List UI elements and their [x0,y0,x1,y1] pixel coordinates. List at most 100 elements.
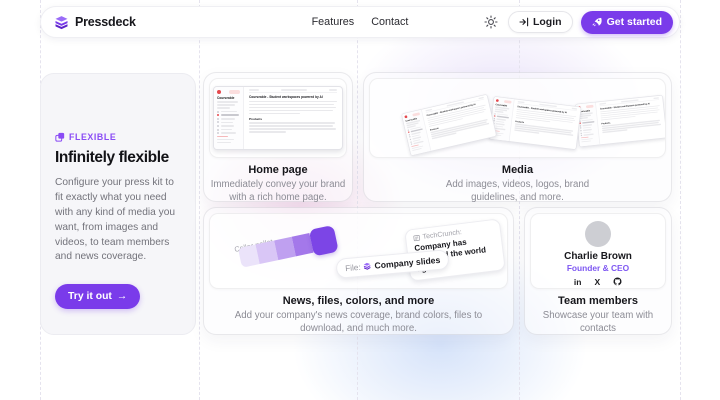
mini-contact-pill [229,90,240,94]
github-mark-icon [613,277,622,286]
mini-screenshot: CourseableCourseable - Student workspace… [401,94,497,156]
mini-brand-name: Courseable [217,96,240,100]
nav-link-features[interactable]: Features [312,16,355,28]
team-preview-panel: Charlie Brown Founder & CEO in X [530,213,666,289]
skeleton-bar [221,122,234,124]
skeleton-bar [249,107,336,109]
try-it-out-button[interactable]: Try it out → [55,284,140,309]
skeleton-bar [249,122,335,124]
skeleton-bar [217,142,231,144]
mini-screenshot: Courseable Courseable - Student workspace… [210,86,346,150]
grid-line [199,0,200,400]
mini-nav-dot [579,123,580,124]
mini-logo-dot [496,99,499,102]
skeleton-bar [425,109,432,112]
brand[interactable]: Pressdeck [54,15,136,30]
rocket-icon [592,17,602,27]
skeleton-bar [583,134,593,136]
brand-name: Pressdeck [75,15,136,29]
skeleton-bar [539,104,557,107]
feature-description: Add your company's news coverage, brand … [233,310,485,336]
skeleton-bar [599,103,606,105]
nav-link-contact[interactable]: Contact [371,16,408,28]
home-page-preview-panel: Courseable Courseable - Student workspace… [209,78,347,158]
skeleton-bar [221,118,236,120]
file-logo-icon [363,262,372,271]
github-icon[interactable] [613,277,622,288]
cta-label: Try it out [68,291,112,302]
mini-sidebar-header [217,90,240,94]
mini-nav-item [217,121,240,123]
eyebrow-label: FLEXIBLE [69,132,116,142]
skeleton-bar [572,108,578,110]
feature-title: Home page [204,164,352,176]
mini-nav-item [217,111,240,113]
mini-nav-item [217,129,240,131]
skeleton-bar [653,97,659,99]
mini-nav-dot [580,132,581,133]
grid-line [680,0,681,400]
skeleton-bar [249,131,286,133]
mini-section-title: Products [249,117,337,121]
eyebrow: FLEXIBLE [55,132,181,142]
skeleton-bar [249,125,333,127]
skeleton-bar [249,113,300,115]
mini-nav-item [217,118,240,120]
color-palette [238,228,338,268]
newspaper-icon [413,234,421,242]
skeleton-bar [249,101,337,103]
grid-line [357,0,358,400]
mini-nav-dot [217,114,219,116]
skeleton-bar [221,111,237,113]
feature-description: Showcase your team with contacts [535,310,661,336]
feature-card-home-page: Courseable Courseable - Student workspace… [203,72,353,202]
mini-nav-dot [217,132,219,134]
mini-topbar [249,89,337,93]
theme-toggle-button[interactable] [482,13,500,31]
team-member-role: Founder & CEO [531,263,665,273]
linkedin-icon[interactable]: in [574,278,582,287]
mini-nav-dot [217,129,219,131]
news-preview-panel: Collor pallet File: Company slides Tec [209,213,508,289]
skeleton-bar [217,107,230,109]
social-links: in X [531,277,665,288]
palette-swatch [309,224,339,256]
mini-content: Courseable - Student workspaces powered … [509,99,580,149]
mini-content: Courseable - Student workspaces powered … [422,95,496,151]
feature-description: Immediately convey your brand with a ric… [210,179,346,205]
mini-nav-dot [411,143,413,145]
avatar [585,221,611,247]
team-member-name: Charlie Brown [531,251,665,262]
get-started-button[interactable]: Get started [581,11,673,34]
login-label: Login [533,16,562,28]
pressdeck-logo-icon [54,15,69,30]
login-button[interactable]: Login [508,11,573,33]
mini-nav-dot [410,139,412,141]
nav-right: Login Get started [482,11,673,34]
mini-nav-item [217,125,240,127]
mini-logo-dot [217,90,221,94]
skeleton-bar [217,136,228,138]
feature-card-team-members: Charlie Brown Founder & CEO in X Team me… [524,207,672,335]
skeleton-bar [478,97,484,99]
feature-card-media: CourseableCourseable - Student workspace… [363,72,672,202]
feature-title: News, files, colors, and more [204,295,513,307]
press-quote-note: TechCrunch: Company has changed the worl… [404,218,506,281]
mini-nav-dot [217,111,219,113]
skeleton-bar [221,114,240,116]
mini-press-kit-screenshot: CourseableCourseable - Student workspace… [401,94,497,156]
skeleton-bar [249,128,336,130]
mini-press-kit-screenshot: CourseableCourseable - Student workspace… [575,95,666,148]
mini-heading: Courseable - Student workspaces powered … [249,95,337,99]
flexible-icon [55,132,65,142]
mini-contact-pill [504,100,512,104]
media-preview-panel: CourseableCourseable - Student workspace… [369,78,666,158]
mini-nav-dot [494,115,496,117]
login-icon [519,17,529,27]
mini-press-kit-screenshot: Courseable Courseable - Student workspace… [213,86,343,150]
x-icon[interactable]: X [594,278,600,287]
mini-nav-item [581,133,597,136]
skeleton-bar [518,101,525,103]
mini-logo-dot [404,115,407,118]
skeleton-bar [581,140,590,142]
